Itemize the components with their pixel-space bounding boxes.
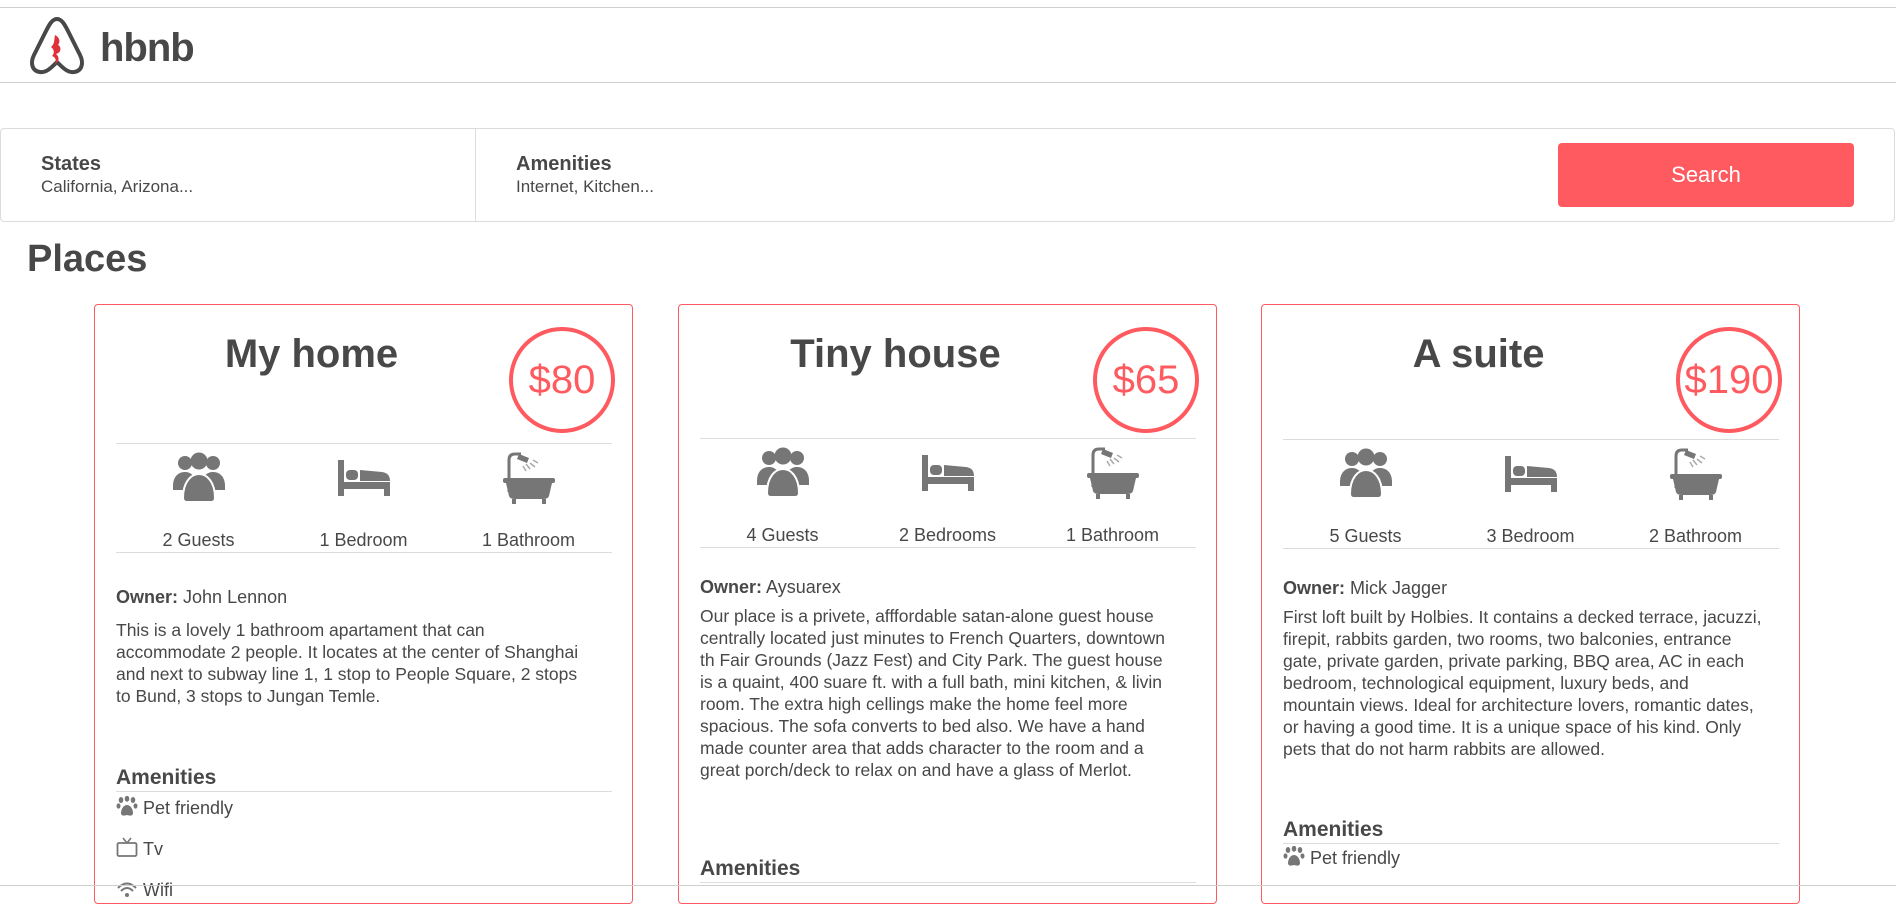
states-filter-title: States [41,153,102,175]
bathtub-icon [1668,446,1724,502]
places-title: Places [27,238,148,280]
tv-icon [116,837,138,859]
bed-icon [336,450,392,506]
guests-label: 2 Guests [162,530,235,550]
place-card: Tiny house $65 4 Guests 2 Bedrooms 1 Bat… [678,304,1217,904]
guests-label: 5 Guests [1329,526,1402,546]
rooms-label: 2 Bedrooms [898,525,997,545]
amenities-heading: Amenities [116,765,612,792]
owner-label: Owner: [700,577,763,597]
guests-icon [1338,446,1394,502]
owner-line: Owner: John Lennon [116,586,287,608]
rooms-info: 2 Bedrooms [865,439,1030,547]
search-button[interactable]: Search [1558,143,1854,207]
filters-divider [475,129,476,221]
place-title: Tiny house [790,332,1001,376]
place-description: Our place is a privete, afffordable sata… [700,606,1165,780]
rooms-label: 3 Bedroom [1486,526,1575,546]
rooms-info: 1 Bedroom [281,444,446,552]
place-description: This is a lovely 1 bathroom apartament t… [116,620,579,706]
amenities-heading: Amenities [700,856,1196,883]
bed-icon [1503,446,1559,502]
place-description: First loft built by Holbies. It contains… [1283,607,1762,759]
brand-name: hbnb [100,26,195,70]
place-card: My home $80 2 Guests 1 Bedroom 1 Bathroo… [94,304,633,904]
guests-info: 2 Guests [116,444,281,552]
guests-label: 4 Guests [746,525,819,545]
place-info: 5 Guests 3 Bedroom 2 Bathroom [1283,439,1779,549]
place-card: A suite $190 5 Guests 3 Bedroom 2 Bathro… [1261,304,1800,904]
amenities-list: Pet friendly [1283,845,1779,886]
states-filter[interactable]: States California, Arizona... [41,152,193,198]
baths-label: 1 Bathroom [1065,525,1160,545]
guests-icon [171,450,227,506]
amenity-item: Wifi [116,877,612,918]
place-title: My home [224,332,399,376]
owner-line: Owner: Mick Jagger [1283,577,1447,599]
guests-icon [755,445,811,501]
baths-label: 1 Bathroom [481,530,576,550]
amenities-filter-title: Amenities [516,153,612,175]
guests-info: 5 Guests [1283,440,1448,548]
bathtub-icon [501,450,557,506]
amenities-filter-value: Internet, Kitchen... [516,177,654,196]
amenity-item: Pet friendly [1283,845,1779,886]
price-badge: $190 [1676,327,1782,433]
hbnb-logo-icon[interactable] [28,17,86,75]
wifi-icon [116,878,138,900]
baths-info: 2 Bathroom [1613,440,1778,548]
owner-line: Owner: Aysuarex [700,576,841,598]
price-badge: $80 [509,327,615,433]
rooms-info: 3 Bedroom [1448,440,1613,548]
amenity-label: Pet friendly [1310,848,1401,868]
amenity-item: Pet friendly [116,795,612,836]
amenity-label: Pet friendly [143,798,234,818]
owner-name: Aysuarex [766,577,841,597]
filters-bar: States California, Arizona... Amenities … [0,128,1895,222]
price-badge: $65 [1093,327,1199,433]
bathtub-icon [1085,445,1141,501]
baths-info: 1 Bathroom [446,444,611,552]
paw-icon [1283,846,1305,868]
baths-label: 2 Bathroom [1648,526,1743,546]
owner-label: Owner: [116,587,179,607]
place-title: A suite [1412,332,1545,376]
guests-info: 4 Guests [700,439,865,547]
site-header: hbnb [0,7,1896,83]
bed-icon [920,445,976,501]
owner-label: Owner: [1283,578,1346,598]
owner-name: Mick Jagger [1350,578,1448,598]
baths-info: 1 Bathroom [1030,439,1195,547]
place-info: 4 Guests 2 Bedrooms 1 Bathroom [700,438,1196,548]
amenity-item: Tv [116,836,612,877]
place-info: 2 Guests 1 Bedroom 1 Bathroom [116,443,612,553]
paw-icon [116,796,138,818]
owner-name: John Lennon [183,587,288,607]
amenities-filter[interactable]: Amenities Internet, Kitchen... [516,152,654,198]
amenity-label: Wifi [143,880,173,900]
amenity-label: Tv [143,839,163,859]
amenities-list: Pet friendly Tv Wifi [116,795,612,918]
states-filter-value: California, Arizona... [41,177,194,196]
rooms-label: 1 Bedroom [319,530,408,550]
amenities-heading: Amenities [1283,817,1779,844]
